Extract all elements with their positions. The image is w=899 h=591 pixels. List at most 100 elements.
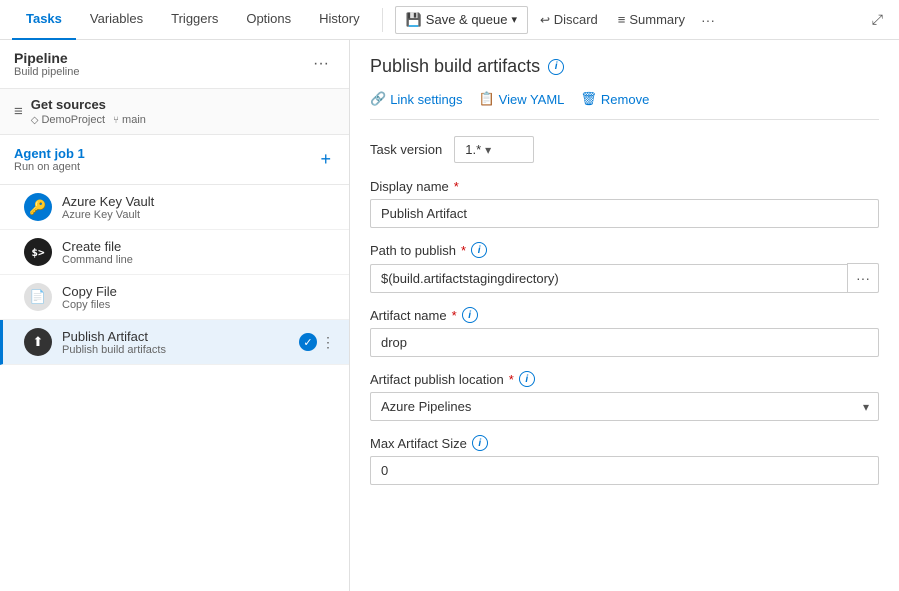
nav-right: ⤢	[868, 7, 887, 32]
yaml-icon: 📋	[478, 91, 494, 107]
action-bar: 🔗 Link settings 📋 View YAML 🗑 Remove	[370, 91, 879, 120]
create-file-name: Create file	[62, 239, 133, 254]
display-name-required: *	[454, 179, 459, 194]
azure-key-vault-icon: 🔑	[24, 193, 52, 221]
get-sources-item[interactable]: ≡ Get sources ◇ DemoProject ⑂ main	[0, 89, 349, 135]
artifact-name-required: *	[452, 308, 457, 323]
path-browse-button[interactable]: ···	[847, 263, 879, 293]
create-file-sub: Command line	[62, 254, 133, 266]
create-file-icon: $>	[24, 238, 52, 266]
artifact-name-input[interactable]	[370, 328, 879, 357]
create-file-text: Create file Command line	[62, 239, 133, 266]
more-options-button[interactable]: ···	[697, 8, 719, 32]
summary-button[interactable]: ≡ Summary	[610, 8, 693, 31]
path-required: *	[461, 243, 466, 258]
discard-button[interactable]: ↩ Discard	[532, 7, 606, 32]
copy-file-sub: Copy files	[62, 299, 117, 311]
path-to-publish-label: Path to publish * i	[370, 242, 879, 258]
task-item-create-file[interactable]: $> Create file Command line	[0, 230, 349, 275]
task-item-publish-artifact[interactable]: ⬆ Publish Artifact Publish build artifac…	[0, 320, 349, 365]
azure-key-vault-name: Azure Key Vault	[62, 194, 154, 209]
copy-file-icon: 📄	[24, 283, 52, 311]
task-version-row: Task version 1.* ▾	[370, 136, 879, 163]
copy-file-text: Copy File Copy files	[62, 284, 117, 311]
publish-artifact-sub: Publish build artifacts	[62, 344, 166, 356]
artifact-publish-location-field: Artifact publish location * i Azure Pipe…	[370, 371, 879, 421]
location-required: *	[509, 372, 514, 387]
task-version-label: Task version	[370, 142, 442, 157]
pipeline-title: Pipeline	[14, 50, 79, 66]
display-name-field: Display name *	[370, 179, 879, 228]
publish-artifact-name: Publish Artifact	[62, 329, 166, 344]
agent-job-title: Agent job 1	[14, 146, 85, 161]
get-sources-branch: ⑂ main	[113, 114, 146, 126]
task-item-azure-key-vault[interactable]: 🔑 Azure Key Vault Azure Key Vault	[0, 185, 349, 230]
link-settings-button[interactable]: 🔗 Link settings	[370, 91, 462, 107]
display-name-input[interactable]	[370, 199, 879, 228]
version-chevron: ▾	[485, 143, 491, 157]
publish-artifact-check: ✓	[299, 333, 317, 351]
publish-artifact-icon: ⬆	[24, 328, 52, 356]
max-artifact-size-input[interactable]	[370, 456, 879, 485]
pipeline-more-button[interactable]: ···	[307, 53, 335, 75]
discard-icon: ↩	[540, 13, 550, 27]
agent-job-info: Agent job 1 Run on agent	[14, 146, 85, 173]
path-info-icon[interactable]: i	[471, 242, 487, 258]
pipeline-header: Pipeline Build pipeline ···	[0, 40, 349, 89]
azure-key-vault-text: Azure Key Vault Azure Key Vault	[62, 194, 154, 221]
publish-artifact-text: Publish Artifact Publish build artifacts	[62, 329, 166, 356]
sidebar: Pipeline Build pipeline ··· ≡ Get source…	[0, 40, 350, 591]
publish-artifact-actions: ✓ ⋮	[299, 333, 335, 351]
artifact-name-field: Artifact name * i	[370, 307, 879, 357]
artifact-publish-location-label: Artifact publish location * i	[370, 371, 879, 387]
panel-title: Publish build artifacts	[370, 56, 540, 77]
tab-history[interactable]: History	[305, 0, 373, 40]
branch-icon: ⑂	[113, 115, 119, 126]
get-sources-icon: ≡	[14, 103, 23, 120]
pipeline-info: Pipeline Build pipeline	[14, 50, 79, 78]
title-info-icon[interactable]: i	[548, 59, 564, 75]
save-queue-button[interactable]: 💾 Save & queue ▾	[395, 6, 528, 34]
tab-tasks[interactable]: Tasks	[12, 0, 76, 40]
path-to-publish-field: Path to publish * i ···	[370, 242, 879, 293]
max-size-info-icon[interactable]: i	[472, 435, 488, 451]
publish-artifact-more[interactable]: ⋮	[321, 334, 335, 351]
agent-job-sub: Run on agent	[14, 161, 85, 173]
copy-file-name: Copy File	[62, 284, 117, 299]
save-queue-label: Save & queue	[426, 12, 508, 27]
nav-tabs: Tasks Variables Triggers Options History	[12, 0, 374, 40]
max-artifact-size-field: Max Artifact Size i	[370, 435, 879, 485]
tab-options[interactable]: Options	[232, 0, 305, 40]
tab-variables[interactable]: Variables	[76, 0, 157, 40]
max-artifact-size-label: Max Artifact Size i	[370, 435, 879, 451]
link-icon: 🔗	[370, 91, 386, 107]
add-task-button[interactable]: +	[316, 145, 335, 174]
pipeline-subtitle: Build pipeline	[14, 66, 79, 78]
task-version-select[interactable]: 1.* ▾	[454, 136, 534, 163]
save-icon: 💾	[406, 12, 422, 28]
task-item-copy-file[interactable]: 📄 Copy File Copy files	[0, 275, 349, 320]
get-sources-meta: ◇ DemoProject ⑂ main	[31, 114, 146, 126]
remove-icon: 🗑	[580, 91, 597, 107]
panel-title-row: Publish build artifacts i	[370, 56, 879, 77]
top-nav: Tasks Variables Triggers Options History…	[0, 0, 899, 40]
expand-icon[interactable]: ⤢	[868, 7, 887, 32]
path-to-publish-input[interactable]	[370, 264, 847, 293]
get-sources-details: Get sources ◇ DemoProject ⑂ main	[31, 97, 146, 126]
nav-separator	[382, 8, 383, 32]
nav-actions: 💾 Save & queue ▾ ↩ Discard ≡ Summary ···	[395, 6, 719, 34]
path-input-wrapper: ···	[370, 263, 879, 293]
save-queue-chevron: ▾	[511, 13, 517, 26]
remove-button[interactable]: 🗑 Remove	[580, 91, 649, 107]
artifact-name-info-icon[interactable]: i	[462, 307, 478, 323]
repo-icon: ◇	[31, 115, 39, 126]
location-info-icon[interactable]: i	[519, 371, 535, 387]
view-yaml-button[interactable]: 📋 View YAML	[478, 91, 564, 107]
artifact-publish-location-select[interactable]: Azure Pipelines File share	[370, 392, 879, 421]
location-select-wrapper: Azure Pipelines File share ▾	[370, 392, 879, 421]
tab-triggers[interactable]: Triggers	[157, 0, 232, 40]
artifact-name-label: Artifact name * i	[370, 307, 879, 323]
get-sources-label: Get sources	[31, 97, 146, 112]
summary-icon: ≡	[618, 12, 626, 27]
azure-key-vault-sub: Azure Key Vault	[62, 209, 154, 221]
